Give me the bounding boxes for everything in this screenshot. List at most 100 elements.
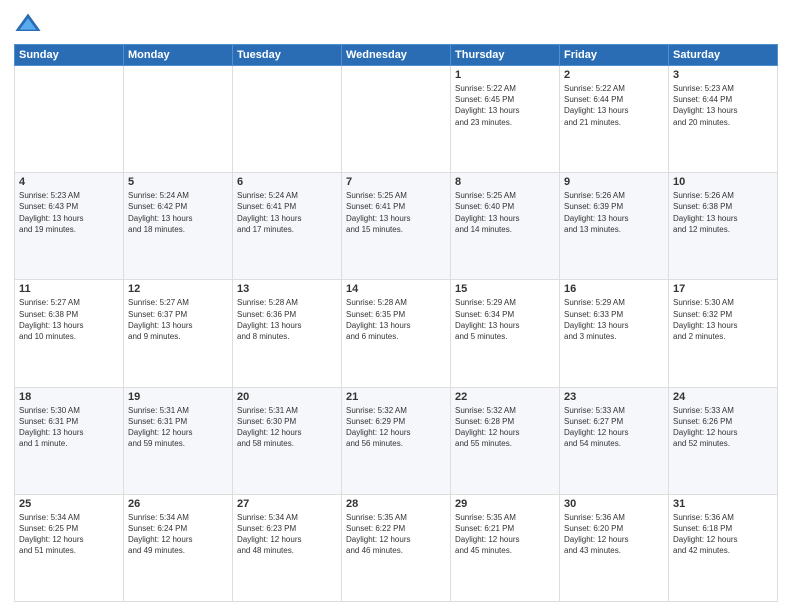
day-info: Sunrise: 5:33 AM Sunset: 6:26 PM Dayligh… xyxy=(673,405,773,450)
day-number: 30 xyxy=(564,498,664,510)
calendar-week-2: 4 Sunrise: 5:23 AM Sunset: 6:43 PM Daylig… xyxy=(15,173,778,280)
calendar-cell: 29Sunrise: 5:35 AM Sunset: 6:21 PM Dayli… xyxy=(451,494,560,601)
day-info: Sunrise: 5:32 AM Sunset: 6:29 PM Dayligh… xyxy=(346,405,446,450)
calendar-cell: 14Sunrise: 5:28 AM Sunset: 6:35 PM Dayli… xyxy=(342,280,451,387)
day-info: Sunrise: 5:27 AM Sunset: 6:38 PM Dayligh… xyxy=(19,297,119,342)
day-header-monday: Monday xyxy=(124,45,233,66)
calendar-cell: 8 Sunrise: 5:25 AM Sunset: 6:40 PM Daylig… xyxy=(451,173,560,280)
day-number: 31 xyxy=(673,498,773,510)
day-number: 1 xyxy=(455,69,555,81)
calendar-cell: 16Sunrise: 5:29 AM Sunset: 6:33 PM Dayli… xyxy=(560,280,669,387)
day-info: Sunrise: 5:33 AM Sunset: 6:27 PM Dayligh… xyxy=(564,405,664,450)
day-info: Sunrise: 5:30 AM Sunset: 6:32 PM Dayligh… xyxy=(673,297,773,342)
day-info: Sunrise: 5:27 AM Sunset: 6:37 PM Dayligh… xyxy=(128,297,228,342)
calendar-cell xyxy=(342,66,451,173)
logo-icon xyxy=(14,10,42,38)
calendar-cell: 18Sunrise: 5:30 AM Sunset: 6:31 PM Dayli… xyxy=(15,387,124,494)
calendar-cell: 5 Sunrise: 5:24 AM Sunset: 6:42 PM Daylig… xyxy=(124,173,233,280)
day-header-friday: Friday xyxy=(560,45,669,66)
day-info: Sunrise: 5:23 AM Sunset: 6:44 PM Dayligh… xyxy=(673,83,773,128)
calendar-cell: 6 Sunrise: 5:24 AM Sunset: 6:41 PM Daylig… xyxy=(233,173,342,280)
day-info: Sunrise: 5:24 AM Sunset: 6:41 PM Dayligh… xyxy=(237,190,337,235)
calendar-cell xyxy=(124,66,233,173)
calendar-cell xyxy=(233,66,342,173)
calendar-cell: 15 Sunrise: 5:29 AM Sunset: 6:34 PM Dayli… xyxy=(451,280,560,387)
day-info: Sunrise: 5:26 AM Sunset: 6:38 PM Dayligh… xyxy=(673,190,773,235)
day-info: Sunrise: 5:23 AM Sunset: 6:43 PM Dayligh… xyxy=(19,190,119,235)
day-info: Sunrise: 5:26 AM Sunset: 6:39 PM Dayligh… xyxy=(564,190,664,235)
day-number: 22 xyxy=(455,391,555,403)
day-info: Sunrise: 5:22 AM Sunset: 6:44 PM Dayligh… xyxy=(564,83,664,128)
calendar-cell: 7 Sunrise: 5:25 AM Sunset: 6:41 PM Daylig… xyxy=(342,173,451,280)
day-number: 28 xyxy=(346,498,446,510)
calendar-cell: 10 Sunrise: 5:26 AM Sunset: 6:38 PM Dayli… xyxy=(669,173,778,280)
calendar-week-5: 25Sunrise: 5:34 AM Sunset: 6:25 PM Dayli… xyxy=(15,494,778,601)
day-info: Sunrise: 5:24 AM Sunset: 6:42 PM Dayligh… xyxy=(128,190,228,235)
calendar-week-1: 1 Sunrise: 5:22 AM Sunset: 6:45 PM Daylig… xyxy=(15,66,778,173)
day-number: 3 xyxy=(673,69,773,81)
calendar-cell: 17 Sunrise: 5:30 AM Sunset: 6:32 PM Dayli… xyxy=(669,280,778,387)
day-number: 6 xyxy=(237,176,337,188)
calendar-cell: 30Sunrise: 5:36 AM Sunset: 6:20 PM Dayli… xyxy=(560,494,669,601)
calendar-header-row: SundayMondayTuesdayWednesdayThursdayFrid… xyxy=(15,45,778,66)
day-number: 20 xyxy=(237,391,337,403)
calendar-cell: 1 Sunrise: 5:22 AM Sunset: 6:45 PM Daylig… xyxy=(451,66,560,173)
day-number: 8 xyxy=(455,176,555,188)
day-info: Sunrise: 5:34 AM Sunset: 6:24 PM Dayligh… xyxy=(128,512,228,557)
day-number: 7 xyxy=(346,176,446,188)
day-info: Sunrise: 5:28 AM Sunset: 6:35 PM Dayligh… xyxy=(346,297,446,342)
day-info: Sunrise: 5:30 AM Sunset: 6:31 PM Dayligh… xyxy=(19,405,119,450)
day-header-saturday: Saturday xyxy=(669,45,778,66)
day-header-sunday: Sunday xyxy=(15,45,124,66)
day-number: 9 xyxy=(564,176,664,188)
day-number: 24 xyxy=(673,391,773,403)
day-info: Sunrise: 5:29 AM Sunset: 6:34 PM Dayligh… xyxy=(455,297,555,342)
calendar-cell xyxy=(15,66,124,173)
calendar-cell: 3 Sunrise: 5:23 AM Sunset: 6:44 PM Daylig… xyxy=(669,66,778,173)
calendar-cell: 23 Sunrise: 5:33 AM Sunset: 6:27 PM Dayli… xyxy=(560,387,669,494)
calendar-week-4: 18Sunrise: 5:30 AM Sunset: 6:31 PM Dayli… xyxy=(15,387,778,494)
day-header-tuesday: Tuesday xyxy=(233,45,342,66)
day-info: Sunrise: 5:29 AM Sunset: 6:33 PM Dayligh… xyxy=(564,297,664,342)
day-info: Sunrise: 5:25 AM Sunset: 6:40 PM Dayligh… xyxy=(455,190,555,235)
day-info: Sunrise: 5:31 AM Sunset: 6:31 PM Dayligh… xyxy=(128,405,228,450)
day-number: 5 xyxy=(128,176,228,188)
day-header-thursday: Thursday xyxy=(451,45,560,66)
calendar-cell: 4 Sunrise: 5:23 AM Sunset: 6:43 PM Daylig… xyxy=(15,173,124,280)
calendar-cell: 31 Sunrise: 5:36 AM Sunset: 6:18 PM Dayli… xyxy=(669,494,778,601)
calendar-cell: 26 Sunrise: 5:34 AM Sunset: 6:24 PM Dayli… xyxy=(124,494,233,601)
day-info: Sunrise: 5:31 AM Sunset: 6:30 PM Dayligh… xyxy=(237,405,337,450)
day-info: Sunrise: 5:36 AM Sunset: 6:18 PM Dayligh… xyxy=(673,512,773,557)
day-number: 23 xyxy=(564,391,664,403)
calendar-cell: 24 Sunrise: 5:33 AM Sunset: 6:26 PM Dayli… xyxy=(669,387,778,494)
day-info: Sunrise: 5:22 AM Sunset: 6:45 PM Dayligh… xyxy=(455,83,555,128)
calendar-cell: 27 Sunrise: 5:34 AM Sunset: 6:23 PM Dayli… xyxy=(233,494,342,601)
day-number: 26 xyxy=(128,498,228,510)
day-number: 25 xyxy=(19,498,119,510)
calendar-cell: 12 Sunrise: 5:27 AM Sunset: 6:37 PM Dayli… xyxy=(124,280,233,387)
day-number: 4 xyxy=(19,176,119,188)
day-number: 17 xyxy=(673,283,773,295)
day-number: 11 xyxy=(19,283,119,295)
calendar-cell: 2Sunrise: 5:22 AM Sunset: 6:44 PM Daylig… xyxy=(560,66,669,173)
calendar-cell: 28 Sunrise: 5:35 AM Sunset: 6:22 PM Dayli… xyxy=(342,494,451,601)
day-number: 15 xyxy=(455,283,555,295)
day-number: 21 xyxy=(346,391,446,403)
day-info: Sunrise: 5:25 AM Sunset: 6:41 PM Dayligh… xyxy=(346,190,446,235)
day-number: 12 xyxy=(128,283,228,295)
day-number: 19 xyxy=(128,391,228,403)
calendar-cell: 25Sunrise: 5:34 AM Sunset: 6:25 PM Dayli… xyxy=(15,494,124,601)
day-number: 29 xyxy=(455,498,555,510)
day-info: Sunrise: 5:28 AM Sunset: 6:36 PM Dayligh… xyxy=(237,297,337,342)
day-info: Sunrise: 5:35 AM Sunset: 6:22 PM Dayligh… xyxy=(346,512,446,557)
calendar-cell: 21 Sunrise: 5:32 AM Sunset: 6:29 PM Dayli… xyxy=(342,387,451,494)
calendar-cell: 19 Sunrise: 5:31 AM Sunset: 6:31 PM Dayli… xyxy=(124,387,233,494)
calendar-cell: 22Sunrise: 5:32 AM Sunset: 6:28 PM Dayli… xyxy=(451,387,560,494)
calendar-cell: 9 Sunrise: 5:26 AM Sunset: 6:39 PM Daylig… xyxy=(560,173,669,280)
calendar-cell: 13Sunrise: 5:28 AM Sunset: 6:36 PM Dayli… xyxy=(233,280,342,387)
day-info: Sunrise: 5:34 AM Sunset: 6:23 PM Dayligh… xyxy=(237,512,337,557)
day-number: 10 xyxy=(673,176,773,188)
header xyxy=(14,10,778,38)
day-number: 27 xyxy=(237,498,337,510)
day-header-wednesday: Wednesday xyxy=(342,45,451,66)
